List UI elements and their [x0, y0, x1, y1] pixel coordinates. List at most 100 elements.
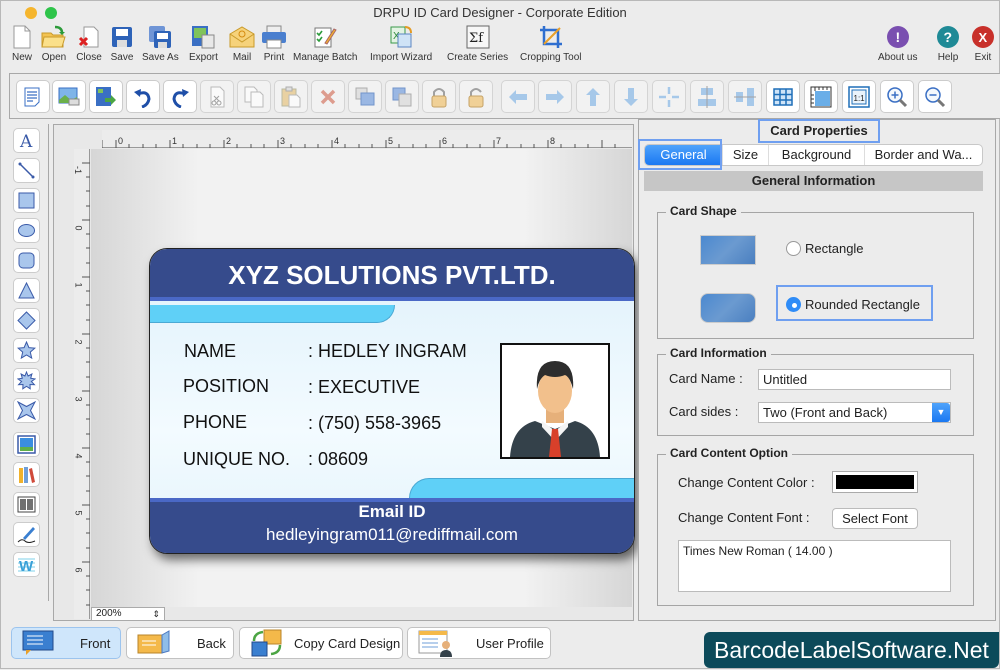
diamond-tool[interactable]: [13, 308, 40, 333]
user-photo[interactable]: [500, 343, 610, 459]
card-footer: Email ID hedleyingram011@rediffmail.com: [150, 498, 634, 553]
tab-general[interactable]: General: [645, 145, 723, 165]
barcode-icon: [17, 496, 36, 513]
new-button[interactable]: New: [9, 24, 35, 63]
front-button[interactable]: Front: [11, 627, 121, 659]
align-horizontal-button[interactable]: [690, 80, 724, 113]
phone-value[interactable]: : (750) 558-3965: [308, 413, 441, 434]
export-button[interactable]: Export: [189, 24, 218, 63]
move-up-button[interactable]: [576, 80, 610, 113]
rectangle-preview[interactable]: [700, 235, 756, 265]
watermark-tool[interactable]: W: [13, 552, 40, 577]
move-down-button[interactable]: [614, 80, 648, 113]
delete-button[interactable]: [311, 80, 345, 113]
unique-no-value[interactable]: : 08609: [308, 449, 368, 470]
bring-to-front-button[interactable]: [348, 80, 382, 113]
properties-button[interactable]: [16, 80, 50, 113]
help-button[interactable]: ? Help: [935, 24, 961, 63]
print-icon: [261, 24, 287, 50]
svg-text:!: !: [895, 29, 900, 45]
print-button[interactable]: Print: [261, 24, 287, 63]
card-name-input[interactable]: Untitled: [758, 369, 951, 390]
mail-button[interactable]: Mail: [229, 24, 255, 63]
save-button[interactable]: Save: [109, 24, 135, 63]
cut-button[interactable]: [200, 80, 234, 113]
email-label[interactable]: Email ID: [150, 502, 634, 522]
content-color-picker[interactable]: [832, 471, 918, 493]
undo-button[interactable]: [126, 80, 160, 113]
unique-no-label[interactable]: UNIQUE NO.: [183, 449, 290, 470]
position-value[interactable]: : EXECUTIVE: [308, 377, 420, 398]
content-font-label: Change Content Font :: [678, 510, 810, 525]
main-toolbar: New Open Close Save Save As Export Mail: [1, 21, 999, 69]
card-information-group: Card Information Card Name : Untitled Ca…: [657, 346, 974, 436]
id-card-front[interactable]: XYZ SOLUTIONS PVT.LTD. NAME : HEDLEY ING…: [149, 248, 635, 554]
maximize-button[interactable]: [45, 7, 57, 19]
tab-background[interactable]: Background: [769, 145, 865, 165]
ruler-label: 2: [226, 136, 232, 146]
back-button[interactable]: Back: [126, 627, 234, 659]
import-wizard-button[interactable]: X Import Wizard: [370, 24, 432, 63]
center-button[interactable]: [652, 80, 686, 113]
tab-border-and-watermark[interactable]: Border and Wa...: [865, 145, 982, 165]
four-point-star-tool[interactable]: [13, 398, 40, 423]
close-button[interactable]: Close: [76, 24, 102, 63]
signature-tool[interactable]: [13, 522, 40, 547]
burst-tool[interactable]: [13, 368, 40, 393]
tab-size[interactable]: Size: [723, 145, 769, 165]
name-label[interactable]: NAME: [184, 341, 236, 362]
library-tool[interactable]: [13, 462, 40, 487]
manage-batch-button[interactable]: Manage Batch: [293, 24, 358, 63]
copy-design-icon: [251, 629, 282, 657]
image-properties-button[interactable]: [52, 80, 86, 113]
paste-button[interactable]: [274, 80, 308, 113]
save-as-button[interactable]: Save As: [142, 24, 179, 63]
email-value[interactable]: hedleyingram011@rediffmail.com: [150, 525, 634, 545]
name-value[interactable]: : HEDLEY INGRAM: [308, 341, 467, 362]
send-to-back-button[interactable]: [385, 80, 419, 113]
zoom-in-button[interactable]: [880, 80, 914, 113]
star-tool[interactable]: [13, 338, 40, 363]
actual-size-button[interactable]: 1:1: [842, 80, 876, 113]
export-image-button[interactable]: [89, 80, 123, 113]
barcode-tool[interactable]: [13, 492, 40, 517]
rounded-rectangle-tool[interactable]: [13, 248, 40, 273]
create-series-button[interactable]: Σf Create Series: [447, 24, 508, 63]
exit-button[interactable]: X Exit: [970, 24, 996, 63]
move-left-button[interactable]: [501, 80, 535, 113]
open-button[interactable]: Open: [41, 24, 67, 63]
rounded-rectangle-preview[interactable]: [700, 293, 756, 323]
about-us-button[interactable]: ! About us: [878, 24, 917, 63]
align-vertical-button[interactable]: [728, 80, 762, 113]
exit-icon: X: [970, 24, 996, 50]
rounded-rectangle-radio[interactable]: Rounded Rectangle: [786, 297, 920, 312]
cropping-tool-button[interactable]: Cropping Tool: [520, 24, 582, 63]
zoom-level-stepper[interactable]: 200% ⇕: [91, 607, 165, 621]
line-tool[interactable]: [13, 158, 40, 183]
position-label[interactable]: POSITION: [183, 376, 269, 397]
lock-button[interactable]: [422, 80, 456, 113]
minimize-button[interactable]: [25, 7, 37, 19]
card-sides-select[interactable]: Two (Front and Back) ▼: [758, 402, 951, 423]
save-as-icon: [147, 24, 173, 50]
move-right-button[interactable]: [538, 80, 572, 113]
text-tool[interactable]: A: [13, 128, 40, 153]
copy-card-design-button[interactable]: Copy Card Design: [239, 627, 403, 659]
unlock-button[interactable]: [459, 80, 493, 113]
ruler-button[interactable]: [804, 80, 838, 113]
rectangle-radio[interactable]: Rectangle: [786, 241, 864, 256]
redo-icon: [172, 88, 189, 108]
phone-label[interactable]: PHONE: [183, 412, 247, 433]
rectangle-tool[interactable]: [13, 188, 40, 213]
copy-button[interactable]: [237, 80, 271, 113]
picture-tool[interactable]: [13, 432, 40, 457]
company-name[interactable]: XYZ SOLUTIONS PVT.LTD.: [150, 249, 634, 301]
user-profile-button[interactable]: User Profile: [407, 627, 551, 659]
triangle-tool[interactable]: [13, 278, 40, 303]
ellipse-tool[interactable]: [13, 218, 40, 243]
zoom-out-button[interactable]: [918, 80, 952, 113]
redo-button[interactable]: [163, 80, 197, 113]
select-font-button[interactable]: Select Font: [832, 508, 918, 529]
send-to-back-icon: [392, 87, 412, 106]
grid-button[interactable]: [766, 80, 800, 113]
